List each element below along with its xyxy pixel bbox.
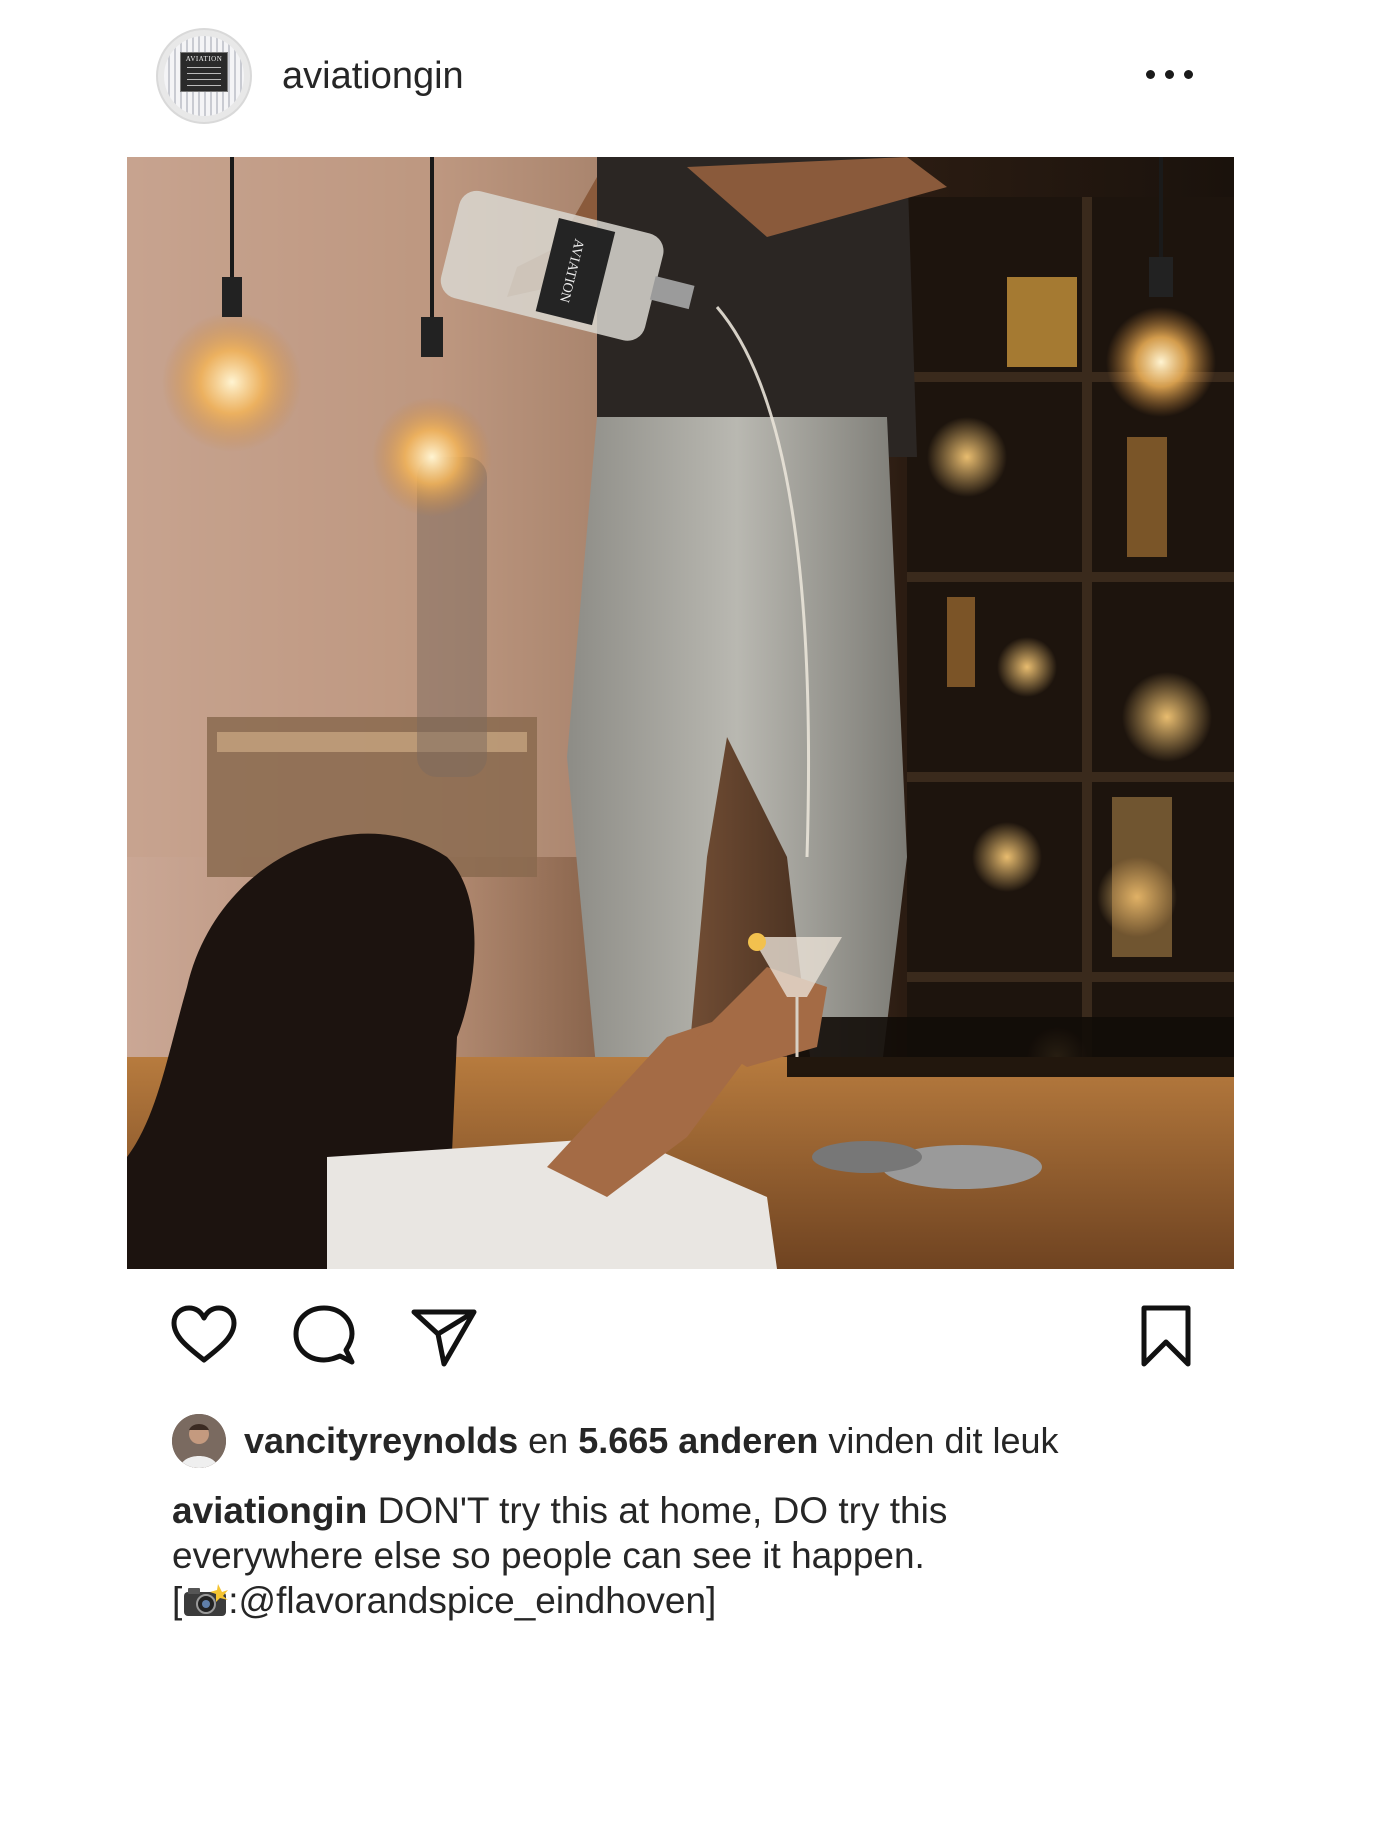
- avatar-bottle-image: AVIATION: [164, 36, 244, 116]
- post-photo[interactable]: AVIATION: [127, 157, 1234, 1269]
- save-button[interactable]: [1130, 1300, 1202, 1372]
- post-caption: aviationgin DON'T try this at home, DO t…: [172, 1488, 1232, 1623]
- paper-plane-icon: [411, 1309, 477, 1367]
- share-button[interactable]: [408, 1300, 480, 1372]
- avatar-bottle-label: AVIATION: [180, 52, 228, 92]
- caption-line-3: [ :@flavorandspice_eindhoven]: [172, 1578, 1232, 1623]
- likes-suffix: vinden dit leuk: [828, 1420, 1059, 1461]
- heart-icon: [171, 1305, 237, 1363]
- more-options-button[interactable]: [1138, 54, 1202, 94]
- avatar-label-text: AVIATION: [185, 55, 223, 63]
- comment-button[interactable]: [288, 1300, 360, 1372]
- post-header: AVIATION aviationgin: [0, 0, 1383, 150]
- camera-with-flash-icon: [182, 1583, 229, 1617]
- caption-author[interactable]: aviationgin: [172, 1490, 367, 1531]
- liker-username[interactable]: vancityreynolds: [244, 1420, 518, 1461]
- caption-text-2: everywhere else so people can see it hap…: [172, 1535, 925, 1576]
- profile-avatar[interactable]: AVIATION: [156, 28, 252, 124]
- post-username[interactable]: aviationgin: [282, 52, 464, 100]
- likes-summary: vancityreynolds en 5.665 anderen vinden …: [244, 1418, 1059, 1464]
- comment-icon: [293, 1305, 355, 1365]
- more-horizontal-icon: [1146, 70, 1155, 79]
- liker-avatar[interactable]: [172, 1414, 226, 1468]
- caption-photo-credit[interactable]: :@flavorandspice_eindhoven]: [228, 1580, 716, 1621]
- like-button[interactable]: [168, 1300, 240, 1372]
- bookmark-icon: [1141, 1305, 1191, 1367]
- bartender-pouring-gin-illustration: AVIATION: [127, 157, 1234, 1269]
- likes-connector: en: [528, 1420, 569, 1461]
- caption-open-bracket: [: [172, 1580, 183, 1621]
- caption-line-1: aviationgin DON'T try this at home, DO t…: [172, 1488, 1232, 1533]
- caption-text-1: DON'T try this at home, DO try this: [377, 1490, 948, 1531]
- likes-others-count[interactable]: 5.665 anderen: [578, 1420, 818, 1461]
